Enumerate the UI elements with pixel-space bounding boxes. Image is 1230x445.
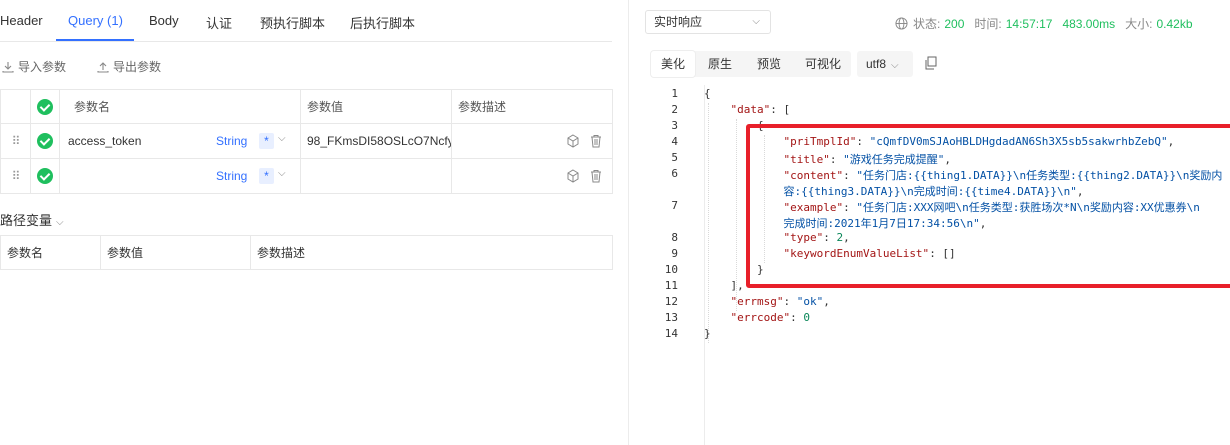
line-number: 6 <box>671 167 678 180</box>
time-label: 时间: <box>974 17 1002 31</box>
line-number: 10 <box>664 263 678 276</box>
tab-preview[interactable]: 预览 <box>747 51 791 77</box>
errcode-value: 0 <box>803 311 810 324</box>
required-toggle[interactable]: * <box>259 133 274 149</box>
chevron-down-icon: ⌵ <box>278 168 286 179</box>
path-vars-toggle[interactable]: 路径变量 ⌵ <box>0 210 64 229</box>
param-value-input[interactable] <box>300 158 452 194</box>
export-params-button[interactable]: 导出参数 <box>97 58 161 75</box>
encoding-select[interactable]: utf8 ⌵ <box>857 51 913 77</box>
table-header-row: 参数名 参数值 参数描述 <box>0 89 613 124</box>
line-number: 11 <box>664 279 678 292</box>
response-time: 14:57:17 <box>1005 17 1053 31</box>
line-number: 14 <box>664 327 678 340</box>
line-number: 4 <box>671 135 678 148</box>
line-number-gutter: 1 2 3 4 5 6 7 8 9 10 11 12 13 14 <box>629 85 705 445</box>
type-label: String <box>216 134 248 148</box>
download-icon <box>2 62 14 73</box>
json-line: "errcode": 0 <box>730 311 810 324</box>
cube-icon[interactable] <box>566 169 580 183</box>
export-label: 导出参数 <box>113 60 162 74</box>
tab-raw[interactable]: 原生 <box>698 51 742 77</box>
row-checkbox[interactable] <box>30 123 60 159</box>
json-line: } <box>704 327 711 340</box>
tab-pretty[interactable]: 美化 <box>651 51 696 77</box>
param-value-input[interactable]: 98_FKmsDI58OSLcO7Ncfy <box>300 123 452 159</box>
copy-icon[interactable] <box>924 56 938 70</box>
tab-pre-script[interactable]: 预执行脚本 <box>260 13 325 32</box>
upload-icon <box>97 62 109 73</box>
check-icon <box>37 133 53 149</box>
tab-visualize[interactable]: 可视化 <box>795 51 851 77</box>
table-row: ⠿ String * ⌵ <box>0 158 613 194</box>
drag-handle-icon[interactable]: ⠿ <box>0 123 31 159</box>
json-line: "data": [ <box>730 103 791 116</box>
col-param-value: 参数值 <box>300 89 452 124</box>
required-toggle[interactable]: * <box>259 168 274 184</box>
query-params-table: 参数名 参数值 参数描述 ⠿ access_token String * ⌵ 9… <box>0 89 613 194</box>
tab-body[interactable]: Body <box>149 13 179 28</box>
chevron-down-icon: ⌵ <box>56 217 64 228</box>
type-select[interactable]: String * ⌵ <box>216 160 296 193</box>
check-icon <box>37 168 53 184</box>
select-all-checkbox[interactable] <box>30 89 60 124</box>
errmsg-value: "ok" <box>796 295 824 308</box>
chevron-down-icon: ⌵ <box>752 16 760 27</box>
table-row: ⠿ access_token String * ⌵ 98_FKmsDI58OSL… <box>0 123 613 159</box>
tab-query[interactable]: Query (1) <box>68 13 123 28</box>
response-mode-label: 实时响应 <box>654 15 703 29</box>
response-status-bar: 状态: 200 时间: 14:57:17 483.00ms 大小: 0.42kb <box>895 15 1197 32</box>
import-params-button[interactable]: 导入参数 <box>2 58 66 75</box>
red-annotation-box <box>746 124 1230 288</box>
param-name-input[interactable]: access_token <box>68 134 141 148</box>
cube-icon[interactable] <box>566 134 580 148</box>
tab-post-script[interactable]: 后执行脚本 <box>350 13 415 32</box>
encoding-label: utf8 <box>866 57 887 71</box>
chevron-down-icon: ⌵ <box>278 133 286 144</box>
json-line: { <box>704 87 711 100</box>
import-label: 导入参数 <box>18 60 67 74</box>
chevron-down-icon: ⌵ <box>891 60 899 71</box>
json-line: ], <box>704 279 744 292</box>
line-number: 2 <box>671 103 678 116</box>
col-param-desc: 参数描述 <box>250 235 613 270</box>
type-select[interactable]: String * ⌵ <box>216 125 296 158</box>
line-number: 5 <box>671 151 678 164</box>
status-label: 状态: <box>913 17 941 31</box>
size-label: 大小: <box>1125 17 1153 31</box>
path-vars-table: 参数名 参数值 参数描述 <box>0 235 613 270</box>
line-number: 1 <box>671 87 678 100</box>
row-checkbox[interactable] <box>30 158 60 194</box>
response-size: 0.42kb <box>1156 17 1193 31</box>
line-number: 9 <box>671 247 678 260</box>
trash-icon[interactable] <box>589 134 603 148</box>
col-param-value: 参数值 <box>100 235 251 270</box>
request-panel: Header Query (1) Body 认证 预执行脚本 后执行脚本 导入参… <box>0 0 628 445</box>
line-number: 13 <box>664 311 678 324</box>
col-param-name: 参数名 <box>0 235 101 270</box>
col-param-desc: 参数描述 <box>451 89 613 124</box>
table-header-row: 参数名 参数值 参数描述 <box>0 235 613 270</box>
check-icon <box>37 98 53 115</box>
globe-icon <box>895 17 908 30</box>
col-param-name: 参数名 <box>59 89 301 124</box>
response-view-tabs: 美化 原生 预览 可视化 <box>651 51 851 77</box>
request-tabs: Header Query (1) Body 认证 预执行脚本 后执行脚本 <box>0 0 612 42</box>
active-tab-indicator <box>56 39 134 41</box>
tab-header[interactable]: Header <box>0 13 43 28</box>
line-number: 12 <box>664 295 678 308</box>
status-code: 200 <box>944 17 965 31</box>
response-mode-select[interactable]: 实时响应 ⌵ <box>645 10 771 34</box>
json-line: "errmsg": "ok", <box>730 295 830 308</box>
line-number: 7 <box>671 199 678 212</box>
response-duration: 483.00ms <box>1062 17 1116 31</box>
line-number: 3 <box>671 119 678 132</box>
drag-handle-icon[interactable]: ⠿ <box>0 158 31 194</box>
tab-auth[interactable]: 认证 <box>206 13 232 32</box>
line-number: 8 <box>671 231 678 244</box>
trash-icon[interactable] <box>589 169 603 183</box>
path-vars-title: 路径变量 <box>0 213 53 228</box>
type-label: String <box>216 169 248 183</box>
